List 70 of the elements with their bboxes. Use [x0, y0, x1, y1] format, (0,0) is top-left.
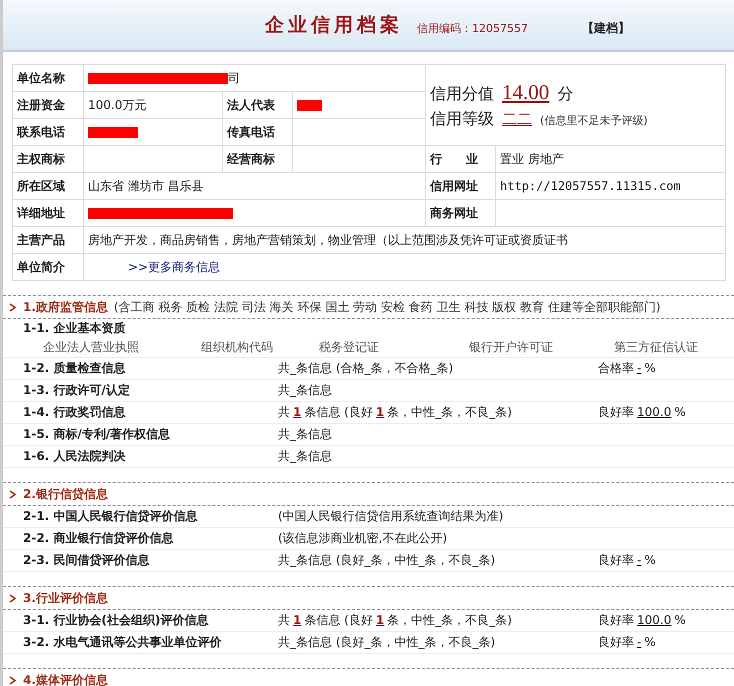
- field-label: 经营商标: [222, 146, 292, 172]
- rate-text: 良好率 - %: [598, 634, 657, 651]
- license-label: 银行开户许可证: [469, 338, 554, 356]
- create-link[interactable]: 【建档】: [582, 20, 630, 36]
- field-label: 单位简介: [12, 254, 84, 280]
- field-label: 主营产品: [12, 226, 84, 254]
- item-label: 1-4. 行政奖罚信息: [23, 404, 126, 421]
- item-label: 2-2. 商业银行信贷评价信息: [23, 530, 174, 547]
- rate-text: 良好率 - %: [598, 552, 657, 569]
- item-label: 1-1. 企业基本资质: [23, 320, 126, 336]
- rate-text: 良好率 100.0 %: [598, 404, 687, 421]
- field-label: 行 业: [426, 146, 496, 172]
- license-label: 企业法人营业执照: [43, 338, 140, 356]
- section-title[interactable]: 3.行业评价信息: [23, 590, 108, 606]
- field-value: 司: [228, 70, 240, 84]
- license-label: 税务登记证: [319, 338, 380, 356]
- rate-text: 良好率 100.0 %: [598, 612, 687, 629]
- field-label: 所在区域: [12, 172, 84, 200]
- score-value: 14.00: [502, 80, 550, 105]
- grade-label: 信用等级: [430, 109, 494, 130]
- item-summary: 共_条信息: [278, 382, 333, 399]
- field-label: 传真电话: [222, 118, 292, 146]
- field-label: 注册资金: [12, 92, 84, 118]
- field-label: 单位名称: [12, 64, 84, 92]
- chevron-icon: [9, 302, 17, 312]
- score-label: 信用分值: [430, 84, 494, 105]
- field-label: 法人代表: [222, 92, 292, 118]
- field-value: 山东省 潍坊市 昌乐县: [84, 172, 426, 200]
- item-summary: 共_条信息: [278, 426, 333, 443]
- license-label: 第三方征信认证: [614, 338, 699, 356]
- field-label: 详细地址: [12, 200, 84, 226]
- item-label: 2-3. 民间借贷评价信息: [23, 552, 150, 569]
- license-label: 组织机构代码: [201, 338, 274, 356]
- section-title[interactable]: 1.政府监管信息: [23, 298, 108, 316]
- credit-code: 信用编码：12057557: [417, 20, 528, 36]
- item-label: 1-3. 行政许可/认定: [23, 382, 131, 399]
- page-title: 企业信用档案: [265, 13, 403, 38]
- item-label: 1-5. 商标/专利/著作权信息: [23, 426, 172, 443]
- item-summary: 共_条信息 (良好_条，中性_条，不良_条): [278, 634, 496, 651]
- item-label: 3-1. 行业协会(社会组织)评价信息: [23, 612, 210, 629]
- item-label: 1-6. 人民法院判决: [23, 448, 126, 465]
- item-summary: (该信息涉商业机密,不在此公开): [278, 530, 448, 547]
- field-label: 信用网址: [426, 172, 496, 200]
- section-title[interactable]: 2.银行信贷信息: [23, 486, 108, 502]
- field-label: 联系电话: [12, 118, 84, 146]
- section-note: (含工商 税务 质检 法院 司法 海关 环保 国土 劳动 安检 食药 卫生 科技 版权 教育 住建等全部职能部门): [114, 298, 661, 316]
- field-value: http://12057557.11315.com: [496, 172, 726, 200]
- section-title[interactable]: 4.媒体评价信息: [23, 672, 108, 686]
- chevron-icon: [9, 676, 17, 684]
- more-info-link[interactable]: >>更多商务信息: [128, 260, 220, 274]
- field-value: 100.0万元: [84, 92, 222, 118]
- field-label: 主权商标: [12, 146, 84, 172]
- item-label: 3-2. 水电气通讯等公共事业单位评价: [23, 634, 222, 651]
- rate-text: 合格率 - %: [598, 360, 657, 377]
- item-summary: 共 1 条信息 (良好 1 条，中性_条，不良_条): [278, 404, 513, 421]
- score-unit: 分: [557, 84, 574, 105]
- grade-note: (信息里不足未予评级): [540, 113, 648, 128]
- item-summary: 共_条信息 (良好_条，中性_条，不良_条): [278, 552, 496, 569]
- item-summary: (中国人民银行信贷信用系统查询结果为准): [278, 508, 504, 525]
- chevron-icon: [9, 490, 17, 498]
- grade-value: 二二: [502, 110, 532, 129]
- item-label: 1-2. 质量检查信息: [23, 360, 126, 377]
- field-value: 房地产开发，商品房销售，房地产营销策划，物业管理（以上范围涉及凭许可证或资质证书: [84, 226, 726, 254]
- chevron-icon: [9, 594, 17, 602]
- field-value: 置业 房地产: [496, 146, 726, 172]
- field-label: 商务网址: [426, 200, 496, 226]
- item-summary: 共_条信息 (合格_条，不合格_条): [278, 360, 454, 377]
- item-label: 2-1. 中国人民银行信贷评价信息: [23, 508, 198, 525]
- item-summary: 共 1 条信息 (良好 1 条，中性_条，不良_条): [278, 612, 513, 629]
- item-summary: 共_条信息: [278, 448, 333, 465]
